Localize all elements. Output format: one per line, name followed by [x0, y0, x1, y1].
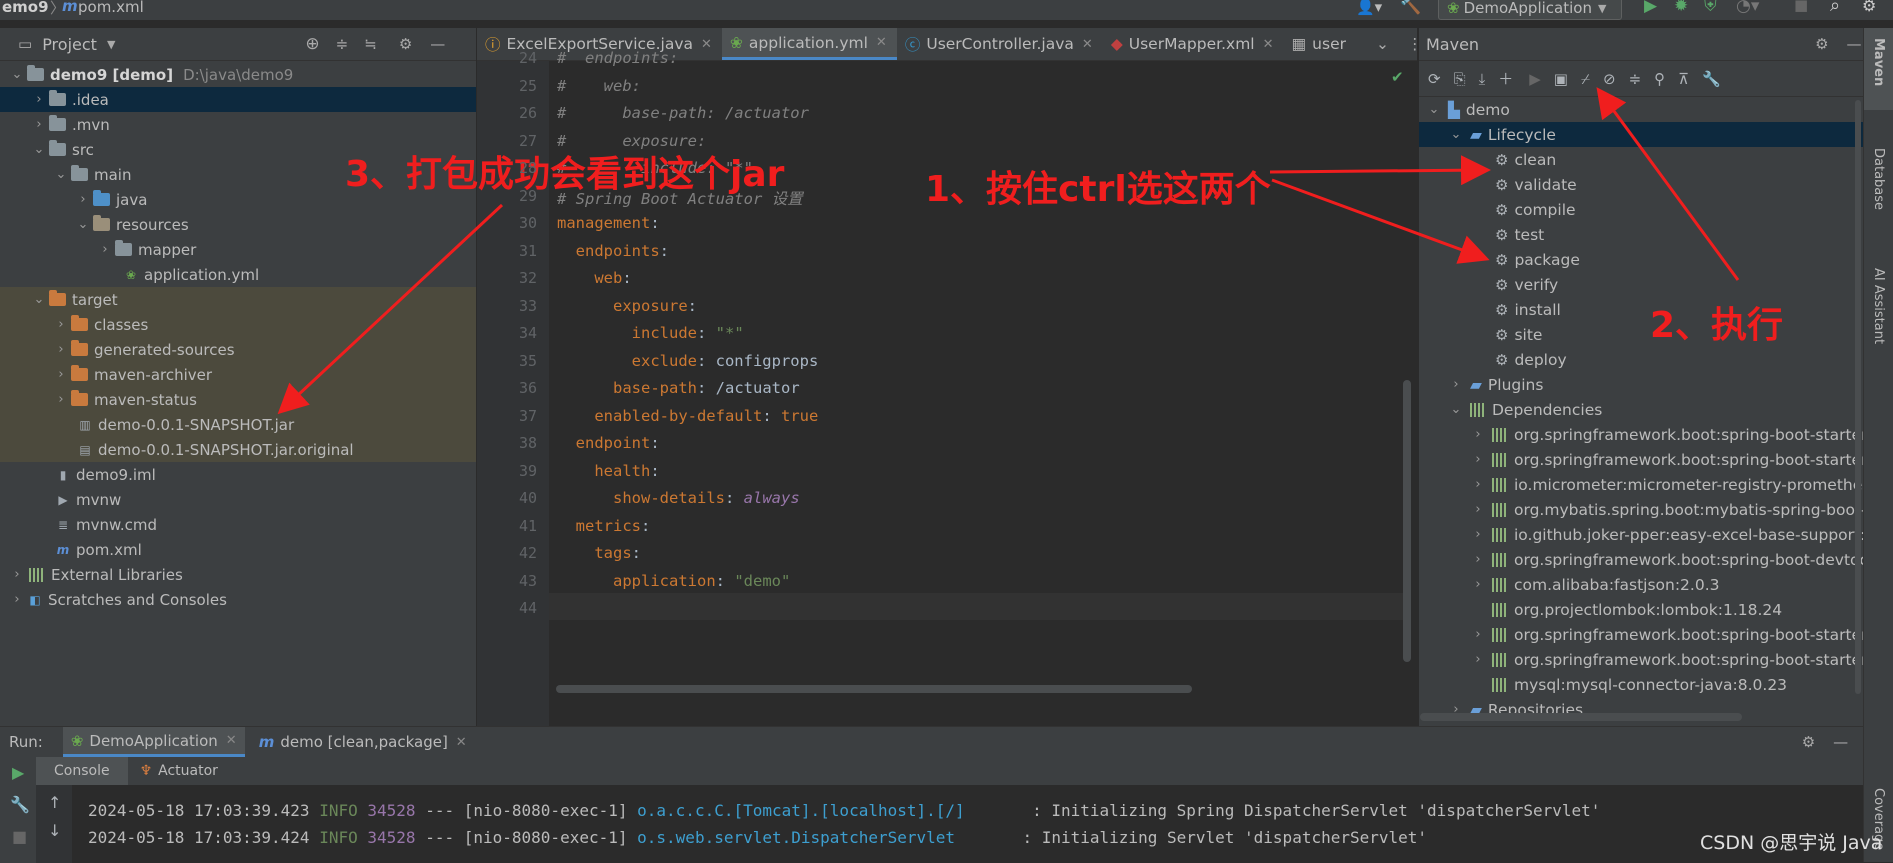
line-number: 30: [518, 214, 537, 232]
annotation-step2: 2、执行: [1650, 305, 1784, 346]
line-number: 27: [518, 131, 537, 150]
line-number: 25: [518, 76, 537, 95]
arrow-to-run: [1596, 87, 1740, 281]
line-number: 28: [518, 159, 537, 177]
line-number: 31: [518, 241, 537, 260]
arrow-to-clean: [1269, 155, 1491, 186]
line-number: 29: [518, 186, 537, 205]
line-number: 35: [518, 351, 537, 370]
line-number: 24: [518, 49, 537, 67]
annotation-step1: 1、按住ctrl选这两个: [925, 169, 1271, 210]
line-number: 43: [518, 571, 537, 590]
line-number: 41: [518, 516, 537, 535]
line-number: 40: [518, 489, 537, 507]
annotation-step3: 3、打包成功会看到这个jar: [345, 154, 785, 195]
line-number: 34: [518, 324, 537, 342]
arrow-to-jar: [277, 203, 504, 415]
line-number: 33: [518, 296, 537, 315]
line-number: 44: [518, 599, 537, 617]
csdn-watermark: CSDN @思宇说 Java: [1700, 832, 1883, 854]
line-number: 26: [518, 104, 537, 122]
line-number: 37: [518, 406, 537, 425]
line-number: 36: [518, 379, 537, 397]
annotation-arrows: [277, 87, 1740, 415]
line-number: 42: [518, 544, 537, 562]
arrow-to-package: [1271, 178, 1490, 264]
line-number: 39: [518, 461, 537, 480]
line-number: 38: [518, 434, 537, 452]
line-number: 32: [518, 269, 537, 287]
